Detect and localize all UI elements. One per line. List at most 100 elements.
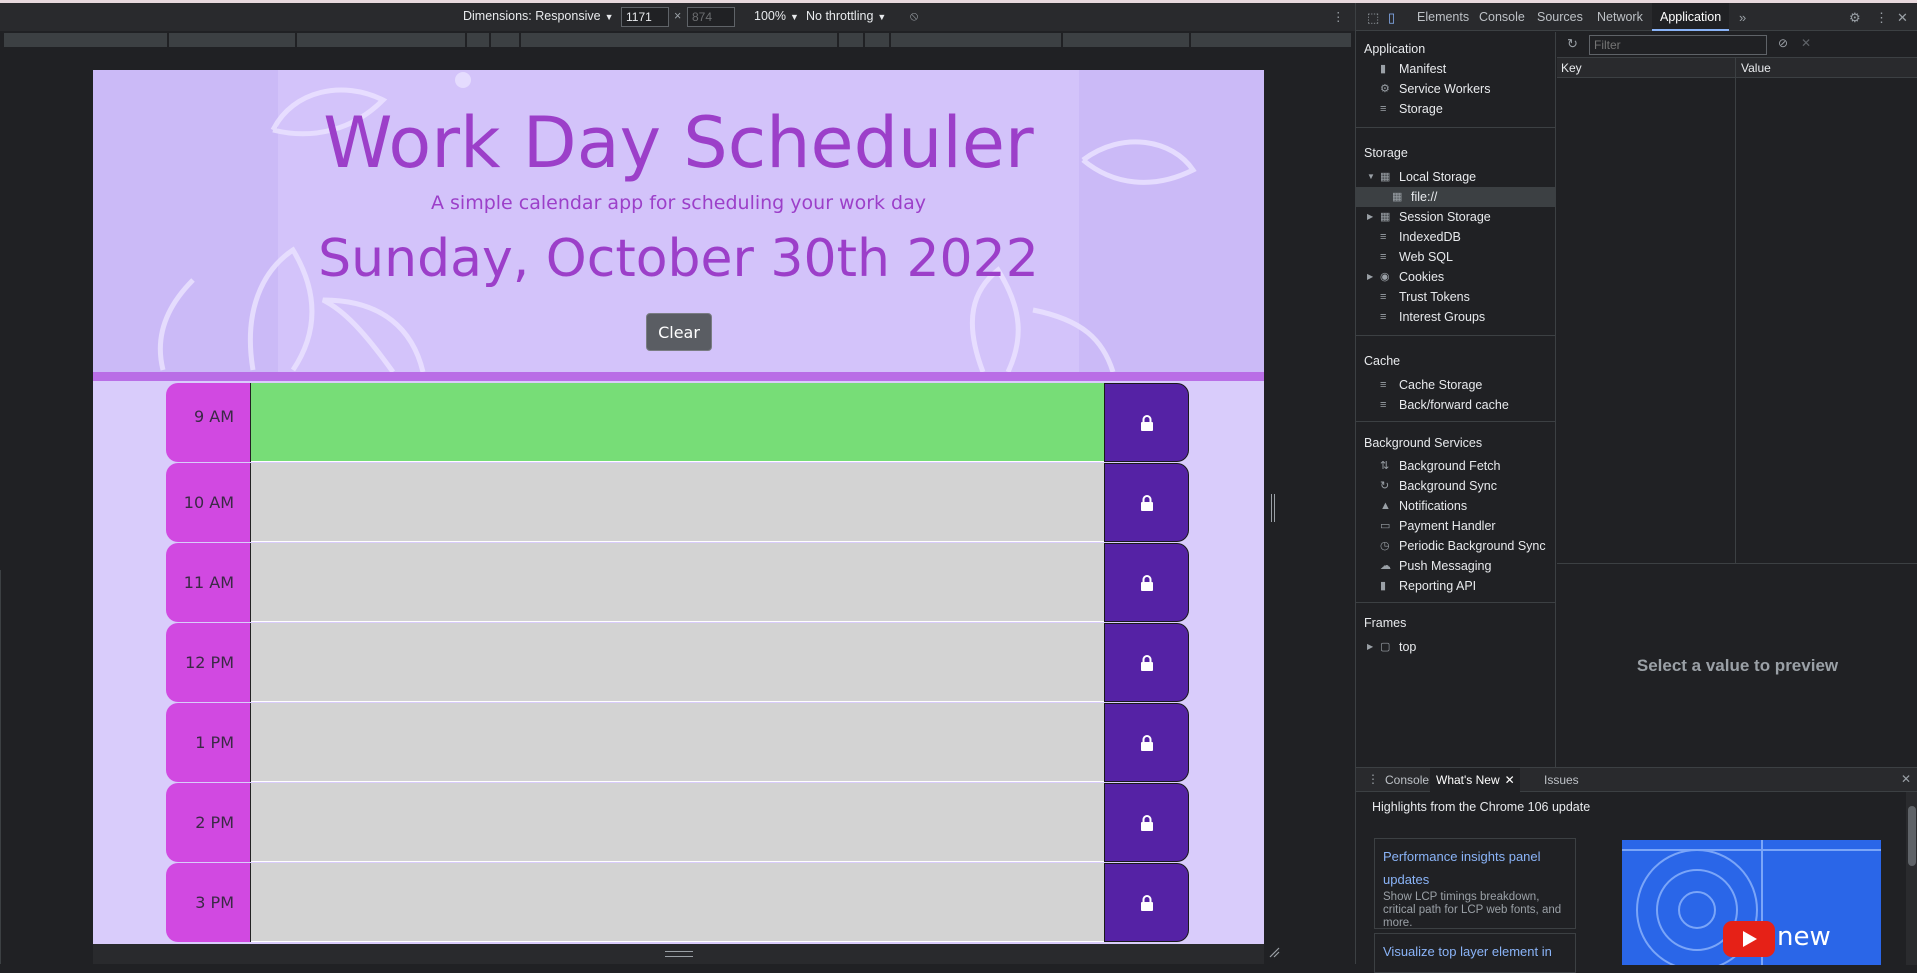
tab-console[interactable]: Console — [1471, 3, 1533, 31]
event-description-input[interactable] — [251, 463, 1104, 542]
drawer-tab-whats-new[interactable]: What's New ✕ — [1430, 768, 1520, 792]
sidebar-item-background-sync[interactable]: ↻ Background Sync — [1356, 476, 1555, 496]
clear-all-icon[interactable]: ⊘ — [1778, 36, 1788, 50]
save-button[interactable] — [1104, 703, 1189, 782]
feature-card-title[interactable]: Performance insights panel updates — [1383, 845, 1567, 891]
sidebar-item-notifications[interactable]: ▲ Notifications — [1356, 496, 1555, 516]
sidebar-item-service-workers[interactable]: ⚙ Service Workers — [1356, 79, 1555, 99]
feature-card[interactable]: Performance insights panel updates Show … — [1374, 838, 1576, 929]
width-input[interactable]: 1171 — [621, 7, 669, 27]
collapsed-arrow-icon[interactable]: ▶ — [1367, 267, 1373, 287]
sidebar-item-periodic-background-sync[interactable]: ◷ Periodic Background Sync — [1356, 536, 1555, 556]
sidebar-item-local-storage[interactable]: ▼ ▦ Local Storage — [1356, 167, 1555, 187]
media-query-segment[interactable] — [891, 33, 1061, 47]
sidebar-item-trust-tokens[interactable]: ≡ Trust Tokens — [1356, 287, 1555, 307]
zoom-dropdown[interactable]: 100% ▼ — [754, 9, 799, 23]
sidebar-item-bfcache[interactable]: ≡ Back/forward cache — [1356, 395, 1555, 415]
more-options-icon[interactable]: ⋮ — [1332, 9, 1345, 24]
media-query-bar[interactable] — [0, 31, 1355, 49]
chevron-down-icon: ▼ — [604, 12, 614, 22]
column-header-value[interactable]: Value — [1741, 61, 1771, 75]
tab-application[interactable]: Application — [1652, 3, 1730, 31]
divider — [0, 570, 1, 964]
close-icon[interactable]: ✕ — [1897, 10, 1908, 26]
expanded-arrow-icon[interactable]: ▼ — [1367, 167, 1375, 187]
sidebar-item-cache-storage[interactable]: ≡ Cache Storage — [1356, 375, 1555, 395]
drawer-tab-issues[interactable]: Issues — [1538, 768, 1585, 792]
cloud-icon: ☁ — [1380, 560, 1391, 572]
youtube-play-icon[interactable] — [1723, 921, 1775, 957]
event-description-input[interactable] — [251, 783, 1104, 862]
more-options-icon[interactable]: ⋮ — [1875, 10, 1888, 26]
inspect-element-icon[interactable]: ⬚ — [1367, 10, 1379, 26]
event-description-input[interactable] — [251, 543, 1104, 622]
media-query-segment[interactable] — [865, 33, 889, 47]
sidebar-item-cookies[interactable]: ▶ ◉ Cookies — [1356, 267, 1555, 287]
sidebar-item-background-fetch[interactable]: ⇅ Background Fetch — [1356, 456, 1555, 476]
sidebar-item-session-storage[interactable]: ▶ ▦ Session Storage — [1356, 207, 1555, 227]
save-button[interactable] — [1104, 783, 1189, 862]
resize-handle-bottom[interactable] — [665, 951, 693, 957]
time-block-row: 12 PM — [166, 623, 1189, 703]
lock-icon — [1140, 734, 1153, 751]
sidebar-item-reporting-api[interactable]: ▮ Reporting API — [1356, 576, 1555, 596]
media-query-segment[interactable] — [521, 33, 837, 47]
tab-sources[interactable]: Sources — [1529, 3, 1591, 31]
event-description-input[interactable] — [251, 703, 1104, 782]
gear-icon[interactable]: ⚙ — [1849, 10, 1861, 26]
collapsed-arrow-icon[interactable]: ▶ — [1367, 637, 1373, 657]
save-button[interactable] — [1104, 623, 1189, 702]
media-query-segment[interactable] — [467, 33, 489, 47]
hour-label: 10 AM — [166, 463, 251, 542]
event-description-input[interactable] — [251, 623, 1104, 702]
delete-selected-icon[interactable]: ✕ — [1801, 36, 1811, 50]
media-query-segment[interactable] — [491, 33, 519, 47]
drawer-menu-icon[interactable]: ⋮ — [1367, 772, 1379, 786]
close-icon[interactable]: ✕ — [1505, 768, 1515, 792]
tab-elements[interactable]: Elements — [1409, 3, 1477, 31]
sidebar-item-payment-handler[interactable]: ▭ Payment Handler — [1356, 516, 1555, 536]
clear-button[interactable]: Clear — [646, 313, 712, 351]
sidebar-item-indexeddb[interactable]: ≡ IndexedDB — [1356, 227, 1555, 247]
resize-handle-right[interactable] — [1271, 494, 1275, 522]
sidebar-item-storage[interactable]: ≡ Storage — [1356, 99, 1555, 119]
resize-corner-icon[interactable] — [1268, 946, 1280, 958]
save-button[interactable] — [1104, 543, 1189, 622]
throttling-dropdown[interactable]: No throttling ▼ — [806, 9, 886, 23]
media-query-segment[interactable] — [1191, 33, 1351, 47]
storage-table-body[interactable] — [1557, 78, 1917, 563]
close-drawer-icon[interactable]: ✕ — [1901, 772, 1911, 786]
height-input[interactable]: 874 — [687, 7, 735, 27]
tab-network[interactable]: Network — [1589, 3, 1651, 31]
more-tabs-icon[interactable]: » — [1739, 10, 1746, 25]
drawer-scrollbar-thumb[interactable] — [1908, 806, 1916, 866]
feature-card-title[interactable]: Visualize top layer element in — [1383, 940, 1567, 963]
device-toggle-icon[interactable]: ▯ — [1388, 10, 1395, 26]
event-description-input[interactable] — [251, 863, 1104, 942]
collapsed-arrow-icon[interactable]: ▶ — [1367, 207, 1373, 227]
filter-input[interactable] — [1589, 35, 1767, 55]
sidebar-item-interest-groups[interactable]: ≡ Interest Groups — [1356, 307, 1555, 327]
rotate-icon[interactable]: ⦸ — [910, 9, 918, 24]
media-query-segment[interactable] — [1063, 33, 1189, 47]
refresh-icon[interactable]: ↻ — [1567, 36, 1578, 52]
sidebar-item-push-messaging[interactable]: ☁ Push Messaging — [1356, 556, 1555, 576]
media-query-segment[interactable] — [297, 33, 465, 47]
sidebar-item-websql[interactable]: ≡ Web SQL — [1356, 247, 1555, 267]
sidebar-item-local-storage-file[interactable]: ▦ file:// — [1356, 187, 1555, 207]
video-thumbnail[interactable]: new — [1622, 840, 1881, 965]
event-description-input[interactable] — [251, 383, 1104, 462]
sidebar-item-frame-top[interactable]: ▶ ▢ top — [1356, 637, 1555, 657]
media-query-segment[interactable] — [169, 33, 295, 47]
sidebar-item-manifest[interactable]: ▮ Manifest — [1356, 59, 1555, 79]
column-header-key[interactable]: Key — [1561, 61, 1582, 75]
save-button[interactable] — [1104, 863, 1189, 942]
lock-icon — [1140, 894, 1153, 911]
save-button[interactable] — [1104, 463, 1189, 542]
dimensions-dropdown[interactable]: Dimensions: Responsive ▼ — [463, 9, 613, 23]
media-query-segment[interactable] — [4, 33, 167, 47]
feature-card[interactable]: Visualize top layer element in — [1374, 933, 1576, 973]
media-query-segment[interactable] — [839, 33, 863, 47]
save-button[interactable] — [1104, 383, 1189, 462]
drawer-tab-console[interactable]: Console — [1379, 768, 1435, 792]
